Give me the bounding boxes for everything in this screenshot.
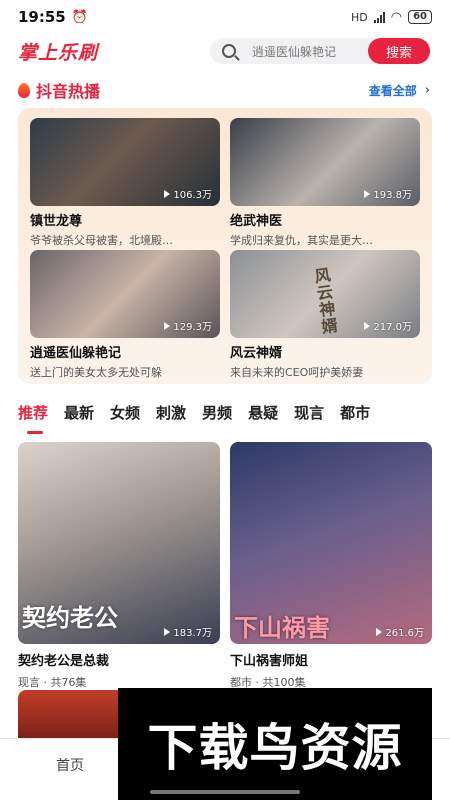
battery-indicator: 60 bbox=[408, 10, 432, 24]
play-icon bbox=[376, 627, 383, 636]
drama-description: 学成归来复仇，其实是更大… bbox=[230, 234, 373, 247]
active-tab-indicator bbox=[27, 431, 43, 434]
nav-home[interactable]: 首页 bbox=[56, 755, 84, 775]
tab-modern-romance[interactable]: 现言 bbox=[294, 402, 324, 428]
search-placeholder: 逍遥医仙躲艳记 bbox=[252, 44, 337, 59]
home-indicator[interactable] bbox=[150, 790, 300, 794]
drama-poster[interactable]: 106.3万 bbox=[30, 118, 220, 206]
play-icon bbox=[364, 189, 371, 198]
hot-section-title: 抖音热播 bbox=[36, 82, 101, 101]
status-icons: HD ◠ 60 bbox=[351, 10, 432, 25]
recommend-card[interactable]: 下山祸害 261.6万 下山祸害师姐 都市 · 共100集 bbox=[230, 442, 432, 690]
drama-title[interactable]: 风云神婿 bbox=[230, 342, 420, 361]
tab-suspense[interactable]: 悬疑 bbox=[248, 402, 278, 428]
poster-title-art: 下山祸害 bbox=[234, 613, 330, 642]
recommend-card[interactable]: 契约老公 183.7万 契约老公是总裁 现言 · 共76集 bbox=[18, 442, 220, 690]
fire-icon bbox=[18, 82, 30, 98]
drama-description: 来自未来的CEO呵护美娇妻 bbox=[230, 366, 364, 379]
hot-card[interactable]: 193.8万 绝武神医 学成归来复仇，其实是更大… bbox=[230, 118, 420, 248]
network-type-label: HD bbox=[350, 10, 368, 24]
play-count: 193.8万 bbox=[364, 186, 412, 201]
tab-female[interactable]: 女频 bbox=[110, 402, 140, 428]
hot-card[interactable]: 106.3万 镇世龙尊 爷爷被杀父母被害，北境殿… bbox=[30, 118, 220, 248]
wifi-icon: ◠ bbox=[390, 9, 403, 25]
drama-description: 爷爷被杀父母被害，北境殿… bbox=[30, 234, 173, 247]
play-icon bbox=[364, 321, 371, 330]
tab-recommend[interactable]: 推荐 bbox=[18, 402, 48, 428]
search-input[interactable]: 逍遥医仙躲艳记 搜索 bbox=[210, 38, 430, 64]
search-button[interactable]: 搜索 bbox=[368, 38, 430, 64]
play-count: 106.3万 bbox=[164, 186, 212, 201]
drama-title[interactable]: 契约老公是总裁 bbox=[18, 650, 220, 669]
hot-card[interactable]: 风云神婿 217.0万 风云神婿 来自未来的CEO呵护美娇妻 bbox=[230, 250, 420, 380]
drama-title[interactable]: 逍遥医仙躲艳记 bbox=[30, 342, 220, 361]
watermark-text: 下载鸟资源 bbox=[147, 719, 403, 777]
category-tabs: 推荐 最新 女频 刺激 男频 悬疑 现言 都市 bbox=[18, 402, 450, 428]
hot-section-header: 抖音热播 查看全部 › bbox=[18, 78, 430, 102]
drama-title[interactable]: 镇世龙尊 bbox=[30, 210, 220, 229]
app-title: 掌上乐刷 bbox=[18, 41, 99, 64]
cellular-signal-icon bbox=[373, 11, 385, 23]
search-icon bbox=[222, 44, 236, 58]
tab-thrill[interactable]: 刺激 bbox=[156, 402, 186, 428]
drama-title[interactable]: 下山祸害师姐 bbox=[230, 650, 432, 669]
drama-poster[interactable]: 风云神婿 217.0万 bbox=[230, 250, 420, 338]
play-count: 217.0万 bbox=[364, 318, 412, 333]
watermark-banner: 下载鸟资源 bbox=[118, 688, 432, 800]
status-time: 19:55 bbox=[18, 8, 66, 26]
drama-poster[interactable]: 193.8万 bbox=[230, 118, 420, 206]
hot-panel: 106.3万 镇世龙尊 爷爷被杀父母被害，北境殿… 193.8万 绝武神医 学成… bbox=[18, 108, 432, 384]
play-icon bbox=[164, 321, 171, 330]
play-icon bbox=[164, 189, 171, 198]
tab-urban[interactable]: 都市 bbox=[340, 402, 370, 428]
drama-poster[interactable]: 129.3万 bbox=[30, 250, 220, 338]
alarm-icon: ⏰ bbox=[71, 9, 88, 25]
status-bar: 19:55 ⏰ HD ◠ 60 bbox=[0, 0, 450, 34]
play-icon bbox=[164, 627, 171, 636]
poster-title-art: 风云神婿 bbox=[313, 265, 339, 337]
top-bar: 掌上乐刷 逍遥医仙躲艳记 搜索 bbox=[0, 36, 450, 66]
play-count: 129.3万 bbox=[164, 318, 212, 333]
view-all-link[interactable]: 查看全部 bbox=[369, 82, 417, 99]
chevron-right-icon[interactable]: › bbox=[425, 83, 430, 98]
tab-latest[interactable]: 最新 bbox=[64, 402, 94, 428]
drama-poster[interactable]: 下山祸害 261.6万 bbox=[230, 442, 432, 644]
drama-poster[interactable]: 契约老公 183.7万 bbox=[18, 442, 220, 644]
play-count: 261.6万 bbox=[376, 624, 424, 639]
drama-title[interactable]: 绝武神医 bbox=[230, 210, 420, 229]
play-count: 183.7万 bbox=[164, 624, 212, 639]
tab-male[interactable]: 男频 bbox=[202, 402, 232, 428]
drama-description: 送上门的美女太多无处可躲 bbox=[30, 366, 162, 379]
poster-title-art: 契约老公 bbox=[22, 603, 118, 632]
hot-card[interactable]: 129.3万 逍遥医仙躲艳记 送上门的美女太多无处可躲 bbox=[30, 250, 220, 380]
